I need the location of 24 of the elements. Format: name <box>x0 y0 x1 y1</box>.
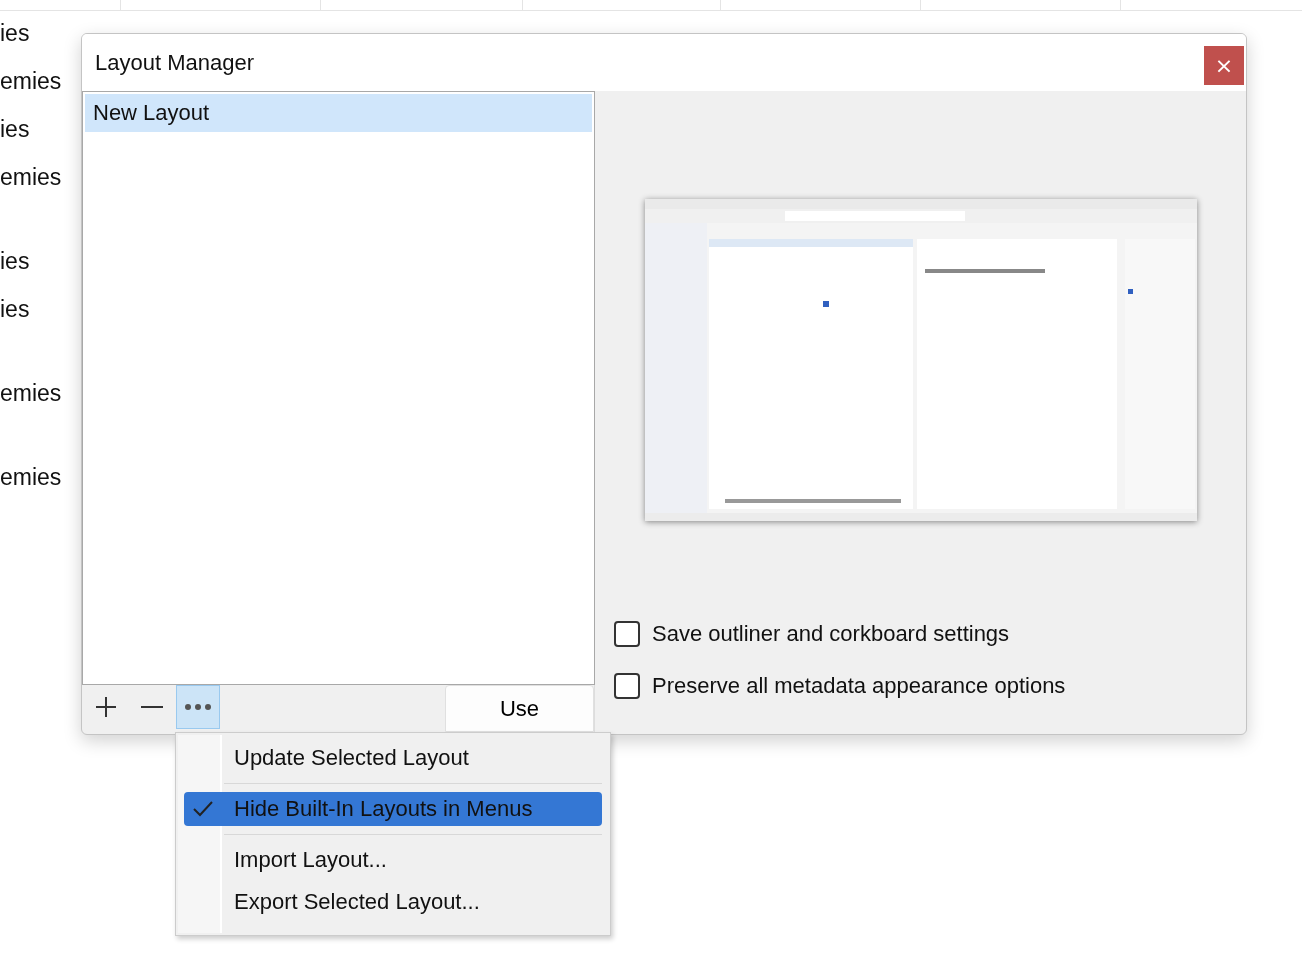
menu-item[interactable]: Export Selected Layout... <box>184 885 602 919</box>
minus-icon <box>140 705 164 709</box>
plus-icon <box>94 695 118 719</box>
checkbox[interactable] <box>614 673 640 699</box>
close-button[interactable]: × <box>1204 46 1244 85</box>
more-button[interactable] <box>176 685 220 729</box>
window-title: Layout Manager <box>95 49 254 76</box>
table-cell: ies <box>0 250 30 272</box>
more-icon <box>184 703 212 711</box>
checkbox-label: Save outliner and corkboard settings <box>652 621 1010 647</box>
checkbox-label: Preserve all metadata appearance options <box>652 673 1066 699</box>
use-button[interactable]: Use <box>445 685 594 732</box>
table-cell: ies <box>0 22 30 44</box>
menu-item[interactable]: Import Layout... <box>184 843 602 877</box>
table-cell: emies <box>0 466 62 488</box>
layout-item[interactable]: New Layout <box>85 94 592 132</box>
menu-item[interactable]: Hide Built-In Layouts in Menus <box>184 792 602 826</box>
table-cell: ies <box>0 118 30 140</box>
checkbox[interactable] <box>614 621 640 647</box>
table-cell: emies <box>0 70 62 92</box>
table-cell: emies <box>0 166 62 188</box>
table-cell: ies <box>0 298 30 320</box>
menu-item[interactable]: Update Selected Layout <box>184 741 602 775</box>
table-cell: emies <box>0 382 62 404</box>
